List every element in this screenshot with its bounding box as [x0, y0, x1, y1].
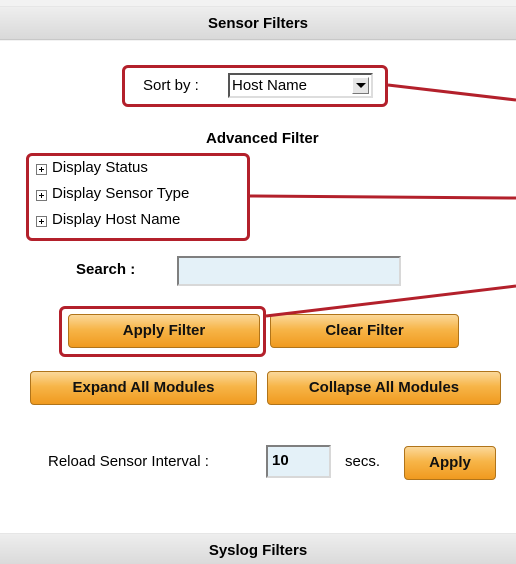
sensor-filters-header[interactable]: Sensor Filters: [0, 6, 516, 40]
advanced-filter-title: Advanced Filter: [206, 130, 319, 147]
reload-interval-label: Reload Sensor Interval :: [48, 453, 209, 470]
collapse-all-modules-button[interactable]: Collapse All Modules: [267, 371, 501, 405]
advanced-filter-highlight: [26, 153, 250, 241]
sort-by-highlight: [122, 65, 388, 107]
reload-interval-input[interactable]: 10: [266, 445, 331, 478]
reload-interval-unit: secs.: [345, 453, 381, 470]
sensor-filters-panel: Sensor Filters Sort by : Host Name Advan…: [0, 0, 516, 564]
syslog-filters-header[interactable]: Syslog Filters: [0, 533, 516, 564]
search-label: Search :: [76, 261, 136, 278]
clear-filter-button[interactable]: Clear Filter: [270, 314, 459, 348]
apply-filter-highlight: [59, 306, 266, 357]
search-input[interactable]: [177, 256, 401, 286]
apply-interval-button[interactable]: Apply: [404, 446, 496, 480]
expand-all-modules-button[interactable]: Expand All Modules: [30, 371, 257, 405]
